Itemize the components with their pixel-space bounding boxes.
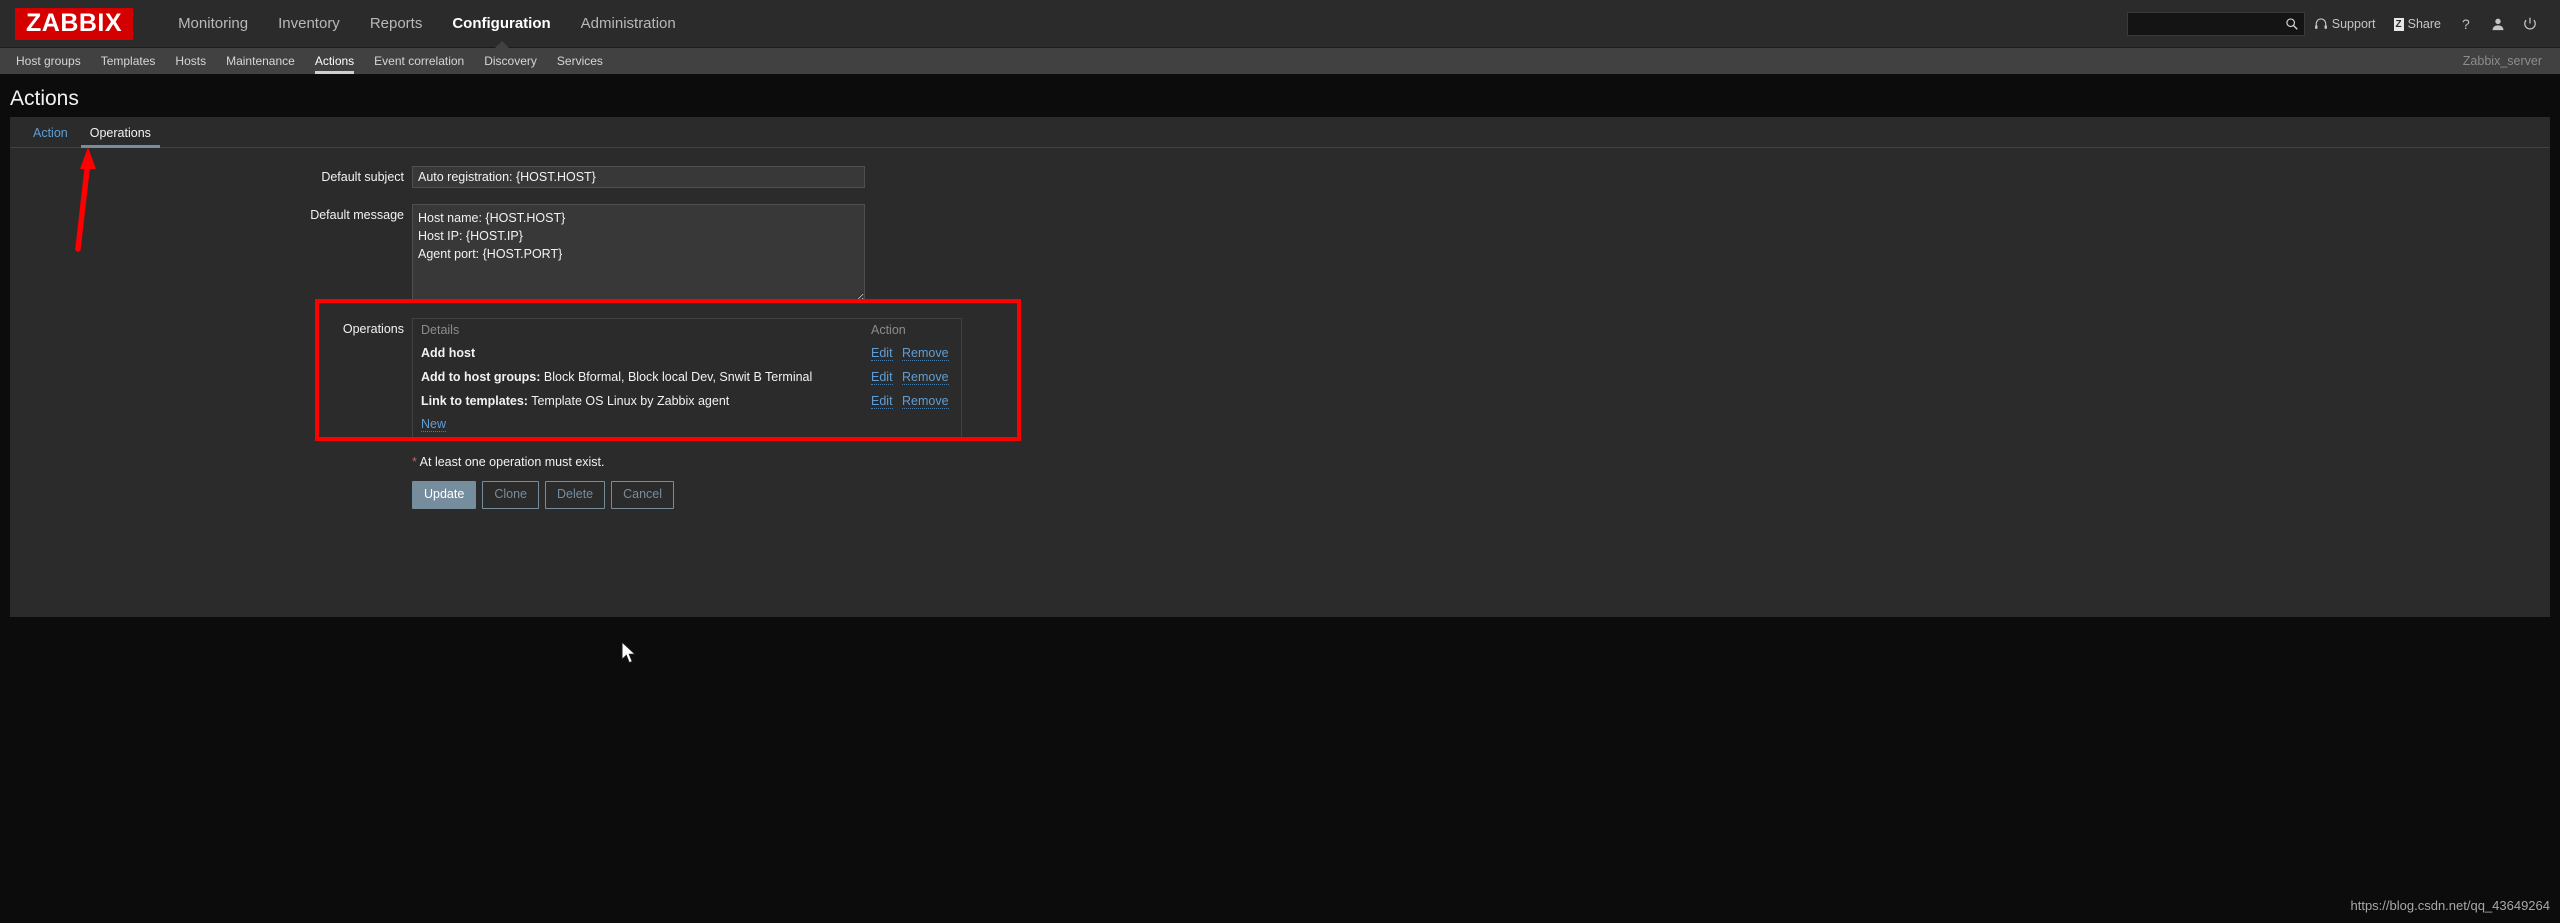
edit-operation-link[interactable]: Edit: [871, 346, 893, 361]
cancel-button[interactable]: Cancel: [611, 481, 675, 509]
nav-item-administration[interactable]: Administration: [566, 0, 691, 48]
edit-operation-link[interactable]: Edit: [871, 370, 893, 385]
operations-table: Details Action Add host Edit Remove Add …: [413, 319, 961, 438]
operation-action-cell: Edit Remove: [863, 389, 961, 413]
operation-details-cell: Add host: [413, 341, 863, 365]
remove-operation-link[interactable]: Remove: [902, 346, 949, 361]
subnav-item-maintenance[interactable]: Maintenance: [216, 48, 305, 74]
operation-details-cell: Add to host groups: Block Bformal, Block…: [413, 365, 863, 389]
subnav-item-discovery[interactable]: Discovery: [474, 48, 547, 74]
default-message-label: Default message: [310, 208, 404, 222]
mouse-cursor: [621, 641, 637, 664]
operation-details-prefix: Add to host groups:: [421, 370, 541, 384]
table-row: Link to templates: Template OS Linux by …: [413, 389, 961, 413]
delete-button[interactable]: Delete: [544, 481, 606, 509]
user-icon: [2492, 18, 2504, 31]
power-icon: [2524, 17, 2536, 30]
clone-button[interactable]: Clone: [482, 481, 539, 509]
subnav-item-actions[interactable]: Actions: [305, 48, 364, 74]
new-operation-link[interactable]: New: [421, 417, 447, 432]
operations-table-wrapper: Details Action Add host Edit Remove Add …: [412, 318, 962, 439]
required-asterisk: *: [412, 455, 417, 469]
nav-item-configuration[interactable]: Configuration: [437, 0, 565, 48]
help-link[interactable]: ?: [2450, 16, 2482, 32]
operation-action-cell: Edit Remove: [863, 365, 961, 389]
search-icon[interactable]: [2285, 17, 2299, 31]
tab-action[interactable]: Action: [22, 126, 79, 148]
column-header-details: Details: [421, 323, 460, 337]
error-spacer: [10, 455, 412, 469]
svg-text:?: ?: [2462, 16, 2470, 32]
nav-item-inventory[interactable]: Inventory: [263, 0, 355, 48]
error-message: * At least one operation must exist.: [412, 455, 605, 469]
search-input[interactable]: [2127, 13, 2304, 35]
subnav-item-templates[interactable]: Templates: [91, 48, 166, 74]
server-name-label: Zabbix_server: [2462, 54, 2542, 68]
default-message-row: Default message Host name: {HOST.HOST} H…: [10, 204, 2550, 302]
error-message-text: At least one operation must exist.: [419, 455, 605, 469]
support-link[interactable]: Support: [2305, 17, 2385, 31]
form-buttons-row: Update Clone Delete Cancel: [10, 481, 2550, 509]
table-row: Add host Edit Remove: [413, 341, 961, 365]
default-message-textarea[interactable]: Host name: {HOST.HOST} Host IP: {HOST.IP…: [412, 204, 865, 302]
tab-operations[interactable]: Operations: [79, 126, 162, 148]
default-subject-label: Default subject: [321, 170, 404, 184]
header-right-tools: Support Z Share ?: [2126, 0, 2546, 48]
operation-details-cell: Link to templates: Template OS Linux by …: [413, 389, 863, 413]
update-button[interactable]: Update: [412, 481, 477, 509]
subnav-item-services[interactable]: Services: [547, 48, 613, 74]
subnav-item-hosts[interactable]: Hosts: [165, 48, 216, 74]
operations-label: Operations: [342, 322, 404, 336]
default-subject-input[interactable]: [412, 166, 865, 188]
operation-action-cell: Edit Remove: [863, 341, 961, 365]
operation-details-prefix: Add host: [421, 346, 476, 360]
operations-new-row: New: [413, 413, 961, 438]
operations-form: Default subject Default message Host nam…: [10, 148, 2550, 509]
table-row: Add to host groups: Block Bformal, Block…: [413, 365, 961, 389]
main-navigation: Monitoring Inventory Reports Configurati…: [163, 0, 691, 48]
edit-operation-link[interactable]: Edit: [871, 394, 893, 409]
operation-details-value: Template OS Linux by Zabbix agent: [531, 394, 730, 408]
share-z-badge: Z: [2393, 17, 2404, 31]
form-buttons: Update Clone Delete Cancel: [412, 481, 675, 509]
zabbix-logo[interactable]: ZABBIX: [15, 7, 134, 40]
form-tabs: Action Operations: [10, 117, 2550, 148]
buttons-spacer: [10, 481, 412, 509]
subnav-item-event-correlation[interactable]: Event correlation: [364, 48, 474, 74]
share-link[interactable]: Z Share: [2385, 17, 2450, 31]
operation-details-value: Block Bformal, Block local Dev, Snwit B …: [543, 370, 813, 384]
search-box[interactable]: [2126, 12, 2305, 36]
remove-operation-link[interactable]: Remove: [902, 370, 949, 385]
sub-navigation-bar: Host groups Templates Hosts Maintenance …: [0, 48, 2560, 74]
operation-details-prefix: Link to templates:: [421, 394, 528, 408]
page-title-area: Actions: [0, 74, 2560, 117]
operations-row: Operations Details Action Add host Edit …: [10, 318, 2550, 439]
question-mark-icon: ?: [2462, 16, 2470, 32]
nav-item-monitoring[interactable]: Monitoring: [163, 0, 263, 48]
form-error-row: * At least one operation must exist.: [10, 455, 2550, 469]
operations-table-header: Details Action: [413, 319, 961, 341]
nav-item-reports[interactable]: Reports: [355, 0, 438, 48]
remove-operation-link[interactable]: Remove: [902, 394, 949, 409]
default-subject-row: Default subject: [10, 166, 2550, 188]
watermark-url: https://blog.csdn.net/qq_43649264: [2350, 898, 2551, 913]
page-title: Actions: [10, 87, 79, 110]
headset-icon: [2314, 18, 2327, 29]
sign-out-link[interactable]: [2514, 17, 2546, 31]
new-operation-cell: New: [413, 413, 961, 438]
subnav-item-host-groups[interactable]: Host groups: [6, 48, 91, 74]
user-profile-link[interactable]: [2482, 17, 2514, 31]
column-header-action: Action: [871, 323, 906, 337]
share-label: Share: [2407, 17, 2441, 31]
support-label: Support: [2331, 17, 2376, 31]
top-header-bar: ZABBIX Monitoring Inventory Reports Conf…: [0, 0, 2560, 48]
action-form-card: Action Operations Default subject Defaul…: [10, 117, 2550, 617]
